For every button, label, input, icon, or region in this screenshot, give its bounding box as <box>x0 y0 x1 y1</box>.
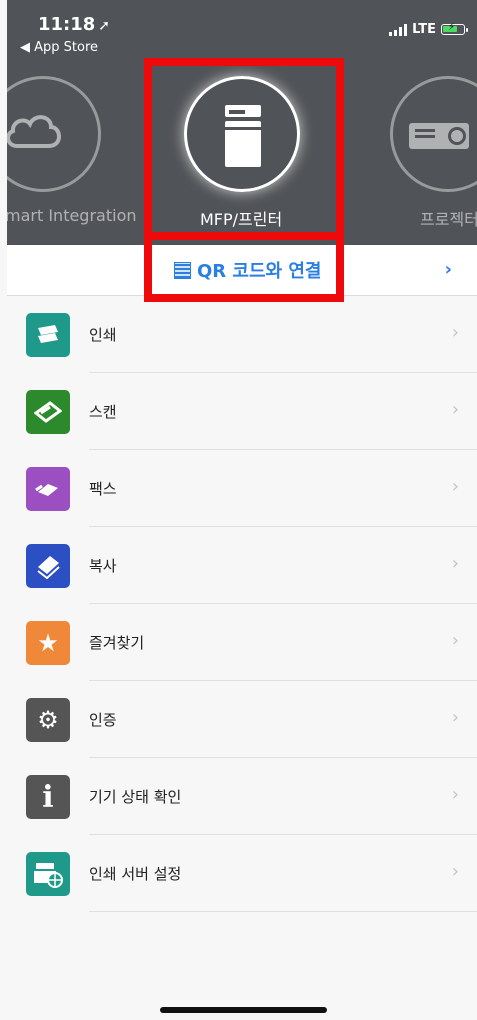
qr-connect-row[interactable]: QR 코드와 연결 › <box>7 245 477 296</box>
device-mfp-printer[interactable]: MFP/프린터 <box>184 76 300 229</box>
home-indicator[interactable] <box>160 1007 327 1013</box>
projector-label: 프로젝터 <box>420 210 477 229</box>
chevron-right-icon: › <box>451 784 459 805</box>
qr-connect-link[interactable]: QR 코드와 연결 <box>174 257 322 283</box>
menu-item-label: 인쇄 서버 설정 <box>89 865 182 883</box>
smart-integration-label: mart Integration <box>7 206 137 225</box>
menu-item-print[interactable]: 인쇄 › <box>7 296 477 373</box>
menu-item-fax[interactable]: 팩스 › <box>7 450 477 527</box>
network-type: LTE <box>412 22 436 37</box>
chevron-right-icon: › <box>451 707 459 728</box>
projector-icon <box>409 123 469 149</box>
menu-item-label: 인증 <box>89 711 117 729</box>
menu-item-authentication[interactable]: ⚙ 인증 › <box>7 681 477 758</box>
mfp-printer-icon <box>225 105 261 167</box>
function-menu: 인쇄 › 스캔 › 팩스 › 복사 › ★ 즐겨찾기 › ⚙ 인증 › i 기기… <box>7 296 477 912</box>
scan-icon <box>26 390 70 434</box>
chevron-right-icon: › <box>451 553 459 574</box>
back-to-app-store-link[interactable]: ◀ App Store <box>20 40 98 55</box>
device-header: 11:18 ➚ ◀ App Store LTE ⚡ mart Integratio… <box>7 0 477 245</box>
device-smart-integration[interactable]: mart Integration <box>7 76 137 225</box>
menu-item-label: 복사 <box>89 557 117 575</box>
signal-icon <box>389 23 408 36</box>
mfp-printer-circle <box>184 76 300 192</box>
menu-item-copy[interactable]: 복사 › <box>7 527 477 604</box>
status-bar: 11:18 ➚ ◀ App Store LTE ⚡ <box>7 0 477 60</box>
qr-code-icon <box>174 261 191 279</box>
chevron-right-icon: › <box>451 322 459 343</box>
gear-icon: ⚙ <box>26 698 70 742</box>
print-icon <box>26 313 70 357</box>
qr-connect-label: QR 코드와 연결 <box>197 261 322 282</box>
menu-item-label: 스캔 <box>89 403 117 421</box>
menu-item-label: 인쇄 <box>89 326 117 344</box>
smart-integration-circle <box>7 76 101 192</box>
chevron-right-icon: › <box>451 399 459 420</box>
menu-item-favorites[interactable]: ★ 즐겨찾기 › <box>7 604 477 681</box>
chevron-right-icon: › <box>444 259 452 280</box>
menu-item-print-server-settings[interactable]: 인쇄 서버 설정 › <box>7 835 477 912</box>
projector-circle <box>390 76 477 192</box>
chevron-right-icon: › <box>451 476 459 497</box>
device-projector[interactable]: 프로젝터 <box>390 76 477 229</box>
menu-item-label: 즐겨찾기 <box>89 634 145 652</box>
location-arrow-icon: ➚ <box>98 18 111 34</box>
mfp-printer-label: MFP/프린터 <box>200 210 283 229</box>
chevron-right-icon: › <box>451 630 459 651</box>
fax-icon <box>26 467 70 511</box>
copy-icon <box>26 544 70 588</box>
menu-item-label: 기기 상태 확인 <box>89 788 182 806</box>
battery-icon: ⚡ <box>441 22 468 35</box>
cloud-icon <box>7 115 61 148</box>
star-icon: ★ <box>26 621 70 665</box>
clock: 11:18 ➚ <box>38 14 111 35</box>
chevron-right-icon: › <box>451 861 459 882</box>
menu-item-device-status[interactable]: i 기기 상태 확인 › <box>7 758 477 835</box>
info-icon: i <box>26 775 70 819</box>
menu-item-scan[interactable]: 스캔 › <box>7 373 477 450</box>
print-server-icon <box>26 852 70 896</box>
menu-item-label: 팩스 <box>89 480 117 498</box>
status-indicators: LTE ⚡ <box>389 22 468 37</box>
